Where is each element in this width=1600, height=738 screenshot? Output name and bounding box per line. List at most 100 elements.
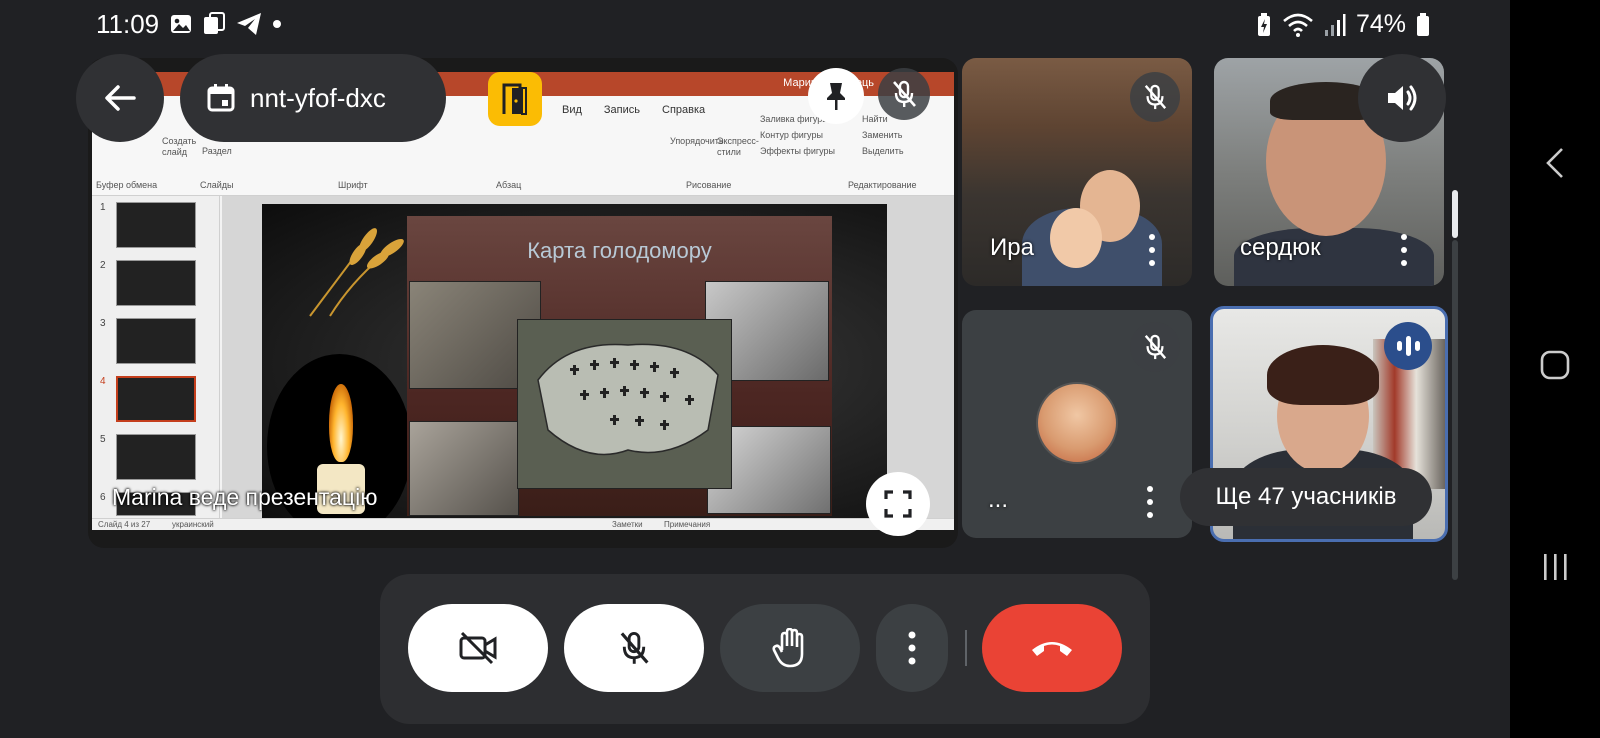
mic-off-icon	[893, 80, 916, 107]
fullscreen-button[interactable]	[866, 472, 930, 536]
ribbon-find: Найти	[862, 114, 888, 124]
thumb-number: 4	[100, 376, 106, 387]
participant-video-hair	[1267, 345, 1379, 405]
ribbon-group-slides: Слайды	[200, 180, 234, 190]
more-participants-button[interactable]: Ще 47 учасників	[1180, 468, 1432, 526]
ribbon-replace: Заменить	[862, 130, 903, 140]
fullscreen-icon	[884, 490, 912, 518]
door-icon	[502, 83, 527, 115]
presentation-mic-off-badge	[878, 68, 930, 120]
raise-hand-icon	[772, 628, 804, 668]
slide-thumbnail	[116, 202, 196, 248]
control-divider	[965, 630, 967, 666]
ribbon-outline: Контур фигуры	[760, 130, 823, 140]
menu-dot	[1147, 486, 1153, 492]
slide-canvas: Карта голодомору	[222, 196, 954, 524]
nav-back-button[interactable]	[1530, 138, 1580, 188]
audio-output-button[interactable]	[1358, 54, 1446, 142]
speaker-icon	[1388, 85, 1417, 111]
camera-off-icon	[459, 631, 497, 665]
system-navigation-bar	[1510, 0, 1600, 738]
status-time: 11:09	[96, 9, 160, 39]
speaking-indicator	[1384, 322, 1432, 370]
audio-wave-bar	[1396, 341, 1402, 351]
breakout-room-button[interactable]	[488, 72, 542, 126]
audio-wave-bar	[1405, 336, 1411, 356]
back-button[interactable]	[76, 54, 164, 142]
chevron-left-icon	[1546, 148, 1563, 178]
presenter-label: Marina веде презентацію	[112, 484, 378, 510]
menu-dot	[1147, 499, 1153, 505]
menu-dot	[1147, 512, 1153, 518]
menu-dot	[1149, 247, 1155, 253]
battery-percent: 74%	[1355, 10, 1406, 38]
mic-off-icon	[1144, 84, 1167, 110]
more-vert-icon	[908, 631, 916, 665]
slide-thumbnail	[116, 318, 196, 364]
participant-mic-off-badge	[1130, 322, 1180, 372]
participants-scroll-thumb[interactable]	[1452, 190, 1458, 238]
more-options-button[interactable]	[876, 604, 948, 692]
calendar-icon	[207, 84, 235, 112]
ppt-slide-counter: Слайд 4 из 27	[98, 520, 151, 529]
mic-toggle-button[interactable]	[564, 604, 704, 692]
candle-flame	[329, 384, 353, 462]
battery-icon	[1416, 12, 1430, 37]
ribbon-group-drawing: Рисование	[686, 180, 732, 190]
status-bar: 11:09 74%	[0, 0, 1510, 46]
menu-dot	[1149, 260, 1155, 266]
menu-dot	[1401, 247, 1407, 253]
thumb-number: 3	[100, 318, 106, 329]
gallery-icon	[170, 13, 192, 35]
participant-menu-button[interactable]	[1392, 230, 1416, 270]
participant-menu-button[interactable]	[1138, 482, 1162, 522]
ppt-statusbar: Слайд 4 из 27 украинский Заметки Примеча…	[92, 518, 954, 530]
ribbon-arrange: Упорядочить	[670, 136, 724, 146]
camera-toggle-button[interactable]	[408, 604, 548, 692]
ribbon-effects: Эффекты фигуры	[760, 146, 836, 156]
nav-recents-button[interactable]	[1530, 542, 1580, 592]
battery-saver-icon	[1256, 12, 1272, 37]
copy-icon	[202, 12, 226, 36]
wheat-image	[309, 228, 404, 317]
participant-name: ...	[988, 486, 1009, 513]
ribbon-section: Раздел	[202, 146, 232, 156]
recents-icon	[1544, 554, 1567, 580]
pin-button[interactable]	[808, 68, 864, 124]
notification-dot-icon	[272, 19, 282, 29]
participant-name: Ира	[990, 234, 1034, 261]
slide: Карта голодомору	[262, 204, 887, 524]
nav-home-button[interactable]	[1530, 340, 1580, 390]
slide-thumbnail	[116, 434, 196, 480]
participant-menu-button[interactable]	[1140, 230, 1164, 270]
participant-name: сердюк	[1240, 234, 1321, 261]
pin-icon	[827, 83, 845, 110]
end-call-icon	[1032, 642, 1072, 656]
telegram-icon	[236, 12, 262, 36]
participant-mic-off-badge	[1130, 72, 1180, 122]
menu-dot	[1401, 260, 1407, 266]
ribbon-group-editing: Редактирование	[848, 180, 917, 190]
participant-video-child	[1050, 208, 1102, 268]
ppt-comments: Примечания	[664, 520, 711, 529]
participant-avatar	[1036, 382, 1118, 464]
arrow-back-icon	[105, 85, 136, 111]
thumb-number: 1	[100, 202, 106, 213]
menu-dot	[1149, 234, 1155, 240]
wifi-icon	[1282, 13, 1314, 37]
slide-thumbnails: 1 2 3 4 5 6	[92, 196, 220, 518]
ribbon-tab-record: Запись	[603, 104, 640, 116]
end-call-button[interactable]	[982, 604, 1122, 692]
raise-hand-button[interactable]	[720, 604, 860, 692]
ribbon-tab-help: Справка	[662, 104, 706, 116]
meeting-code: nnt-yfof-dxc	[250, 82, 386, 113]
ribbon-group-paragraph: Абзац	[496, 180, 522, 190]
status-icons-left	[170, 12, 282, 36]
participant-tile-ira[interactable]: Ира	[962, 58, 1192, 286]
ribbon-tabs: Вид Запись Справка	[562, 104, 705, 116]
mic-off-icon	[620, 631, 649, 664]
slide-title: Карта голодомору	[527, 238, 712, 263]
participants-scroll-track[interactable]	[1452, 240, 1458, 580]
ribbon-tab-view: Вид	[562, 104, 582, 116]
meeting-info-button[interactable]: nnt-yfof-dxc	[180, 54, 446, 142]
